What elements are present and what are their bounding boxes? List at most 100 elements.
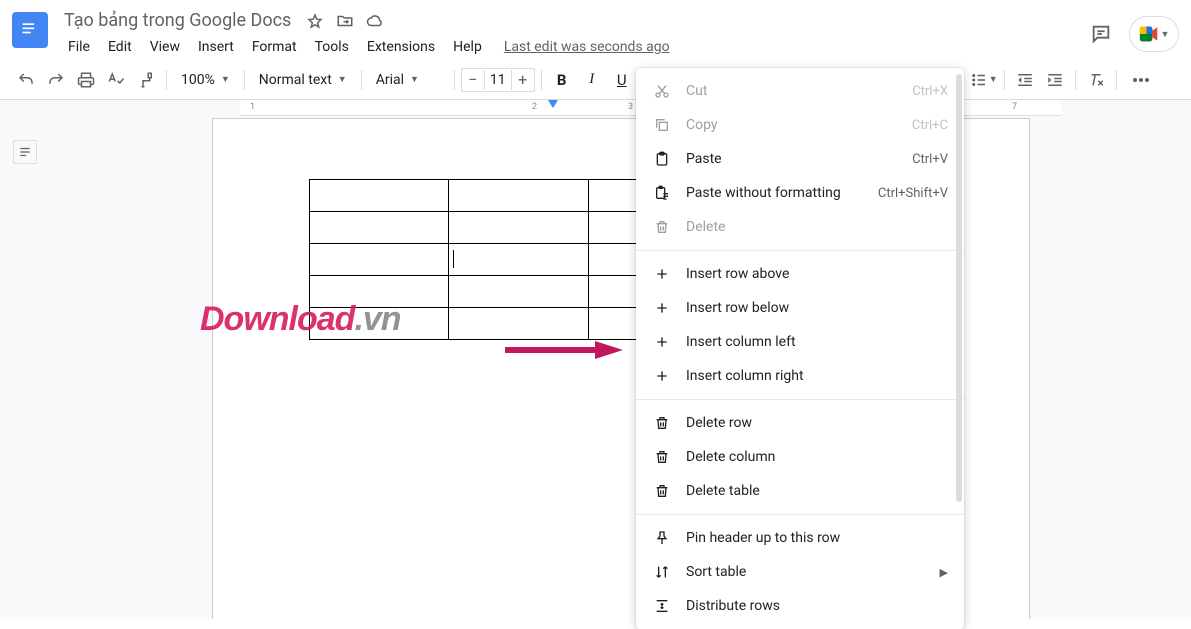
distribute-rows-icon [652, 596, 672, 616]
sort-icon [652, 562, 672, 582]
context-menu-scrollbar[interactable] [956, 74, 962, 623]
context-menu-shortcut: Ctrl+Shift+V [878, 186, 948, 201]
docs-logo[interactable] [12, 12, 48, 48]
redo-button[interactable] [42, 66, 70, 94]
context-menu-label: Paste without formatting [686, 185, 878, 201]
outline-toggle-button[interactable] [13, 140, 37, 164]
ruler-tick: 2 [532, 102, 537, 112]
context-menu-item[interactable]: Paste without formattingCtrl+Shift+V [636, 176, 964, 210]
context-menu-item[interactable]: Delete row [636, 406, 964, 440]
context-menu-item: Delete [636, 210, 964, 244]
undo-button[interactable] [12, 66, 40, 94]
context-menu: CutCtrl+XCopyCtrl+CPasteCtrl+VPaste with… [636, 68, 964, 629]
font-size-decrease[interactable]: − [462, 69, 484, 91]
plus-icon [652, 366, 672, 386]
context-menu-label: Copy [686, 117, 912, 133]
context-menu-item[interactable]: Insert row above [636, 257, 964, 291]
context-menu-shortcut: Ctrl+C [912, 118, 948, 133]
outdent-button[interactable] [1011, 66, 1039, 94]
toolbar-separator [361, 70, 362, 90]
context-menu-label: Distribute rows [686, 598, 948, 614]
context-menu-item[interactable]: Distribute rows [636, 589, 964, 623]
context-menu-item[interactable]: Insert row below [636, 291, 964, 325]
clear-formatting-button[interactable] [1082, 66, 1110, 94]
watermark-text: .vn [354, 300, 400, 338]
context-menu-label: Delete table [686, 483, 948, 499]
context-menu-label: Delete [686, 219, 948, 235]
cloud-status-icon[interactable] [365, 11, 385, 31]
context-menu-item[interactable]: Insert column right [636, 359, 964, 393]
context-menu-item: CopyCtrl+C [636, 108, 964, 142]
toolbar-separator [1004, 70, 1005, 90]
chevron-down-icon: ▼ [989, 74, 998, 85]
context-menu-separator [636, 399, 964, 400]
menu-tools[interactable]: Tools [307, 35, 357, 59]
context-menu-label: Cut [686, 83, 912, 99]
paste-icon [652, 149, 672, 169]
print-button[interactable] [72, 66, 100, 94]
context-menu-item[interactable]: Delete table [636, 474, 964, 508]
document-title[interactable]: Tạo bảng trong Google Docs [60, 8, 295, 33]
toolbar-separator [166, 70, 167, 90]
menubar: File Edit View Insert Format Tools Exten… [58, 33, 1089, 59]
context-menu-label: Paste [686, 151, 912, 167]
context-menu-label: Pin header up to this row [686, 530, 948, 546]
font-size-control: − 11 + [461, 68, 535, 92]
underline-button[interactable]: U [608, 66, 636, 94]
menu-view[interactable]: View [142, 35, 188, 59]
context-menu-item[interactable]: Pin header up to this row [636, 521, 964, 555]
chevron-down-icon: ▼ [1161, 29, 1170, 40]
menu-file[interactable]: File [60, 35, 98, 59]
ruler-tick: 7 [1012, 102, 1017, 112]
meet-button[interactable]: ▼ [1129, 16, 1179, 52]
menu-help[interactable]: Help [445, 35, 490, 59]
context-menu-label: Sort table [686, 564, 940, 580]
toolbar-overflow[interactable] [1127, 66, 1155, 94]
plus-icon [652, 298, 672, 318]
menu-insert[interactable]: Insert [190, 35, 242, 59]
font-size-value[interactable]: 11 [484, 70, 512, 90]
star-icon[interactable] [305, 11, 325, 31]
toolbar-separator [244, 70, 245, 90]
active-cell[interactable] [449, 244, 589, 276]
font-family-select[interactable]: Arial▼ [368, 66, 448, 94]
context-menu-label: Delete row [686, 415, 948, 431]
context-menu-item[interactable]: Sort table▶ [636, 555, 964, 589]
comments-button[interactable] [1089, 22, 1113, 46]
indent-button[interactable] [1041, 66, 1069, 94]
context-menu-item[interactable]: Delete column [636, 440, 964, 474]
zoom-select[interactable]: 100%▼ [173, 66, 238, 94]
italic-button[interactable]: I [578, 66, 606, 94]
menu-format[interactable]: Format [244, 35, 305, 59]
last-edit-link[interactable]: Last edit was seconds ago [504, 35, 670, 59]
context-menu-item[interactable]: PasteCtrl+V [636, 142, 964, 176]
left-rail [0, 100, 50, 619]
cut-icon [652, 81, 672, 101]
chevron-right-icon: ▶ [940, 566, 948, 579]
title-area: Tạo bảng trong Google Docs File Edit Vie… [58, 8, 1089, 59]
paragraph-style-select[interactable]: Normal text▼ [251, 66, 355, 94]
context-menu-item[interactable]: Insert column left [636, 325, 964, 359]
app-header: Tạo bảng trong Google Docs File Edit Vie… [0, 0, 1191, 60]
bold-button[interactable]: B [548, 66, 576, 94]
spellcheck-button[interactable] [102, 66, 130, 94]
menu-edit[interactable]: Edit [100, 35, 140, 59]
context-menu-label: Insert row below [686, 300, 948, 316]
paint-format-button[interactable] [132, 66, 160, 94]
menu-extensions[interactable]: Extensions [359, 35, 443, 59]
paste-plain-icon [652, 183, 672, 203]
annotation-arrow-icon [505, 338, 625, 362]
chevron-down-icon: ▼ [410, 74, 419, 85]
trash-icon [652, 217, 672, 237]
pin-icon [652, 528, 672, 548]
indent-marker-icon[interactable] [548, 100, 558, 110]
context-menu-label: Insert row above [686, 266, 948, 282]
font-size-increase[interactable]: + [512, 69, 534, 91]
context-menu-label: Insert column right [686, 368, 948, 384]
bullet-list-button[interactable]: ▼ [970, 66, 998, 94]
move-icon[interactable] [335, 11, 355, 31]
watermark: Download.vn [200, 300, 401, 339]
context-menu-label: Insert column left [686, 334, 948, 350]
toolbar-separator [454, 70, 455, 90]
trash-icon [652, 447, 672, 467]
